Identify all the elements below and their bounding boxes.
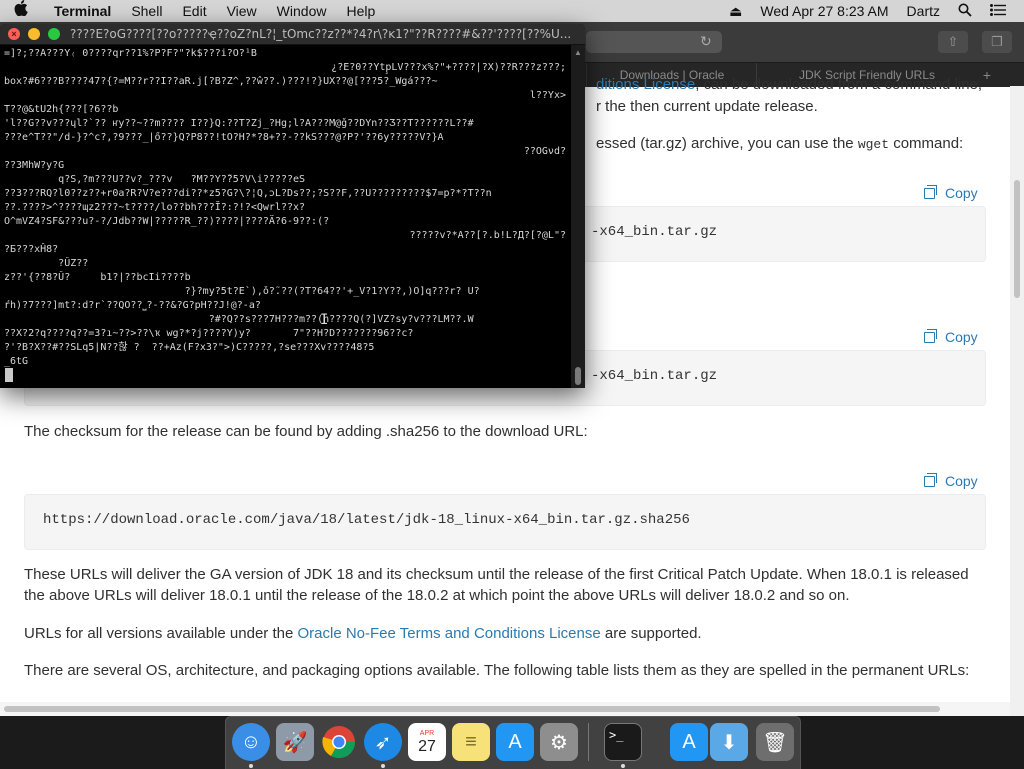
terminal-line: _6tG [4,356,29,367]
code-text-3: https://download.oracle.com/java/18/late… [43,512,690,528]
running-indicator [621,764,625,768]
downloads-folder-icon[interactable]: ⬇ [710,723,748,761]
terminal-line: ??OGνd? [523,146,566,157]
menu-user[interactable]: Dartz [907,3,940,19]
close-icon: × [11,29,17,39]
notes-icon[interactable]: ≡ [452,723,490,761]
terminal-line: ??X?2?q????q??=3?ı~??>??\ҡ wg?*?j????Y)y… [4,328,414,339]
terminal-line: ?'?B?X??#??SLq5|N??핞 ? ??+Az(F?x3?">)C??… [4,342,375,353]
safari-icon[interactable]: ➶ [364,723,402,761]
copy-button-3[interactable]: Copy [924,472,978,490]
terminal-scroll-thumb[interactable] [575,367,581,385]
copy-icon [924,328,937,343]
terminal-line: O^mVZ4?SF&???u?-?/Jdb??W|?????R_??)????|… [4,216,330,227]
terminal-line: ??3???RQ?l0??z??+r0a?R?V?e???di??*z5?G?\… [4,188,492,199]
zoom-button[interactable] [48,28,60,40]
terminal-titlebar[interactable]: × ????E?oG????[??o?????ҿ??oZ?nL?¦_tOmc??… [0,24,585,45]
copy-icon [924,472,937,487]
app-store-2-icon[interactable]: A [670,723,708,761]
terminal-line: ŕh)?7???]mt?:d?r`??QO??⎵?-??&?G?pH??J!@?… [4,300,261,311]
menu-window[interactable]: Window [277,0,327,22]
terminal-line: z??'{??8?Û? b1?|??bcIi????b [4,272,191,283]
ga-paragraph: These URLs will deliver the GA version o… [24,566,969,604]
apple-icon[interactable] [14,0,34,23]
trash-icon[interactable]: 🗑 [756,723,794,761]
running-indicator [381,764,385,768]
vertical-scroll-thumb[interactable] [1014,180,1020,298]
license-link-partial[interactable]: ditions License [596,76,695,93]
copy-button-2[interactable]: Copy [924,328,978,346]
terminal-cursor [5,368,13,382]
list-icon[interactable] [990,3,1006,19]
wget-instruction: essed (tar.gz) archive, you can use the … [596,135,964,152]
terminal-line: ?}?my?5t?E`),ǒ?̃.??(?T?64??'+_V?1?Y??,)O… [4,286,480,297]
code-block-3[interactable]: https://download.oracle.com/java/18/late… [24,494,986,550]
menu-view[interactable]: View [227,0,257,22]
menu-edit[interactable]: Edit [182,0,206,22]
calendar-icon[interactable]: APR 27 [408,723,446,761]
chrome-icon[interactable] [320,723,358,761]
terminal-line: T??@&tU2h{???[?6??b [4,104,119,115]
terminal-line: ?????v?*A??[?.b!L?Д?[?@L"? [409,230,566,241]
calendar-day: 27 [418,737,436,755]
minimize-button[interactable] [28,28,40,40]
terminal-line: ?Б???xĤ8? [4,244,59,255]
terminal-line: l??Yx> [529,90,566,101]
tabs-overview-icon[interactable]: ❐ [982,31,1012,53]
terminal-line: ???e^T??"/d-}?^c?,?9???_|ő??}Q?P8??!tO?H… [4,132,444,143]
urls-paragraph: URLs for all versions available under th… [24,625,702,642]
horizontal-scrollbar[interactable] [0,702,1010,716]
menu-app-name[interactable]: Terminal [54,0,111,22]
scroll-up-icon[interactable]: ▲ [573,48,583,58]
horizontal-scroll-thumb[interactable] [4,706,940,712]
code-text-2: -x64_bin.tar.gz [591,368,718,384]
finder-icon[interactable]: ☺ [232,723,270,761]
copy-icon [924,184,937,199]
app-store-icon[interactable]: A [496,723,534,761]
ibeam-cursor-icon: I [320,312,329,328]
terminal-line: ¿?E?0??Ytp̧LV???x%?"+????|?X)??R???z???; [331,62,566,73]
terminal-scrollbar[interactable]: ▲ [571,45,585,388]
vertical-scrollbar[interactable] [1010,86,1024,716]
menu-clock[interactable]: Wed Apr 27 8:23 AM [760,3,888,19]
terminal-line: ??3MhW?y?G [4,160,65,171]
share-icon[interactable]: ⇧ [938,31,968,53]
terminal-output[interactable]: =]?;??A???Y₍ 0????qr??1%?P?F?"?k$???i?O?… [0,45,570,388]
search-icon[interactable] [958,3,972,20]
close-button[interactable]: × [8,28,20,40]
eject-icon[interactable]: ⏏ [729,3,742,20]
running-indicator [249,764,253,768]
menu-bar: Terminal Shell Edit View Window Help ⏏ W… [0,0,1024,22]
code-text-1: -x64_bin.tar.gz [591,224,718,240]
terminal-title: ????E?oG????[??o?????ҿ??oZ?nL?¦_tOmc??z?… [70,27,572,41]
menu-help[interactable]: Help [346,0,375,22]
terminal-line: =]?;??A???Y₍ 0????qr??1%?P?F?"?k$???i?O?… [4,48,257,59]
dock-separator [588,723,589,761]
terminal-line: ?ÛZ?? [4,258,89,269]
terminal-icon[interactable]: >_ [604,723,642,761]
menu-shell[interactable]: Shell [131,0,162,22]
oracle-license-link[interactable]: Oracle No-Fee Terms and Conditions Licen… [297,625,600,642]
terminal-window[interactable]: × ????E?oG????[??o?????ҿ??oZ?nL?¦_tOmc??… [0,24,585,388]
terminal-line: ?#?Q??s???7H???m??(n????Q(?]VZ?sy?v???LM… [4,314,474,325]
text-partial-2: r the then current update release. [596,98,818,115]
terminal-line: q?S,?m???U??v?_???v ?M??Y?̃?5?V\i?????eS [4,174,306,185]
dock: ☺ 🚀 ➶ APR 27 ≡ A ⚙ >_ A ⬇ 🗑 [225,716,801,769]
text-partial-1: ditions License, can be downloaded from … [596,76,983,93]
checksum-paragraph: The checksum for the release can be foun… [24,423,588,440]
terminal-line: ??.????>^????ɰz2???~t????/lo??bh???Ĭ?:?!… [4,202,306,213]
calendar-month: APR [419,729,435,737]
launchpad-icon[interactable]: 🚀 [276,723,314,761]
system-preferences-icon[interactable]: ⚙ [540,723,578,761]
terminal-line: box?#6???B????47?{?=M??r??I??aR.j[?B?Z^,… [4,76,438,87]
reload-icon[interactable]: ↻ [700,33,712,50]
copy-button-1[interactable]: Copy [924,184,978,202]
os-paragraph: There are several OS, architecture, and … [24,662,970,679]
terminal-line: 'l??G??v???ɥl?`?? ҥу??~??m???? I??}Q:??T… [4,118,474,129]
